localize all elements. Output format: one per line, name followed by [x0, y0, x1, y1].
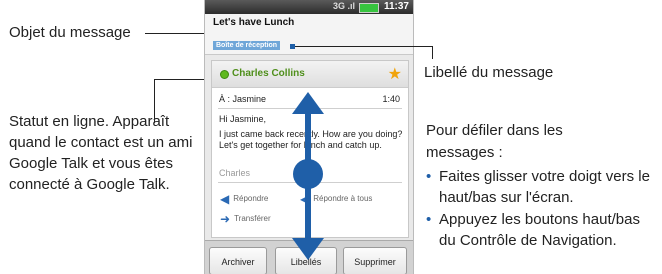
scroll-tip-2: • Appuyez les boutons haut/bas du Contrô…	[426, 211, 640, 249]
forward-action[interactable]: ➜ Transférer	[220, 212, 271, 226]
message-card[interactable]: Charles Collins ★ À : Jasmine 1:40 Hi Ja…	[211, 60, 409, 238]
callout-scroll-intro: Pour défiler dans les messages :	[426, 122, 563, 161]
message-subject: Let's have Lunch	[213, 17, 295, 28]
online-status-icon	[220, 70, 229, 79]
callout-status-line-v	[154, 79, 155, 123]
message-time: 1:40	[382, 94, 400, 104]
delete-button[interactable]: Supprimer	[343, 247, 407, 274]
labels-button[interactable]: Libellés	[275, 247, 337, 274]
bullet: •	[426, 168, 432, 185]
signal-indicator: 3G .ıl	[332, 1, 355, 11]
callout-label: Libellé du message	[424, 64, 554, 81]
callout-subject-line	[145, 33, 213, 34]
scroll-tip-1: • Faites glisser votre doigt vers le hau…	[426, 168, 650, 206]
forward-icon: ➜	[220, 212, 231, 226]
phone-screen: 3G .ıl 11:37 Let's have Lunch Boîte de r…	[204, 0, 414, 274]
message-label[interactable]: Boîte de réception	[213, 41, 281, 50]
reply-all-icon: ◀	[300, 192, 310, 206]
sender-name[interactable]: Charles Collins	[232, 68, 305, 79]
reply-icon: ◀	[220, 192, 230, 206]
message-signature: Charles	[219, 168, 251, 178]
reply-all-action[interactable]: ◀ Répondre à tous	[300, 192, 372, 206]
message-header: Charles Collins ★	[212, 61, 408, 88]
battery-icon	[359, 3, 379, 13]
reply-action[interactable]: ◀ Répondre	[220, 192, 268, 206]
star-icon[interactable]: ★	[388, 64, 402, 84]
archive-button[interactable]: Archiver	[209, 247, 267, 274]
status-bar: 3G .ıl 11:37	[205, 0, 413, 14]
callout-label-line-v	[432, 46, 433, 59]
message-greeting: Hi Jasmine,	[219, 114, 267, 124]
divider	[218, 182, 402, 183]
callout-subject: Objet du message	[9, 24, 131, 41]
message-subject-bar: Let's have Lunch Boîte de réception	[205, 14, 413, 55]
callout-status: Statut en ligne. Apparaît quand le conta…	[9, 113, 193, 193]
divider	[218, 108, 402, 109]
message-body: I just came back recently. How are you d…	[219, 129, 403, 150]
bottom-button-bar: Archiver Libellés Supprimer	[205, 240, 413, 274]
clock: 11:37	[383, 1, 409, 12]
recipient: À : Jasmine	[219, 94, 267, 104]
callout-label-line-h	[295, 46, 433, 47]
bullet: •	[426, 211, 432, 228]
